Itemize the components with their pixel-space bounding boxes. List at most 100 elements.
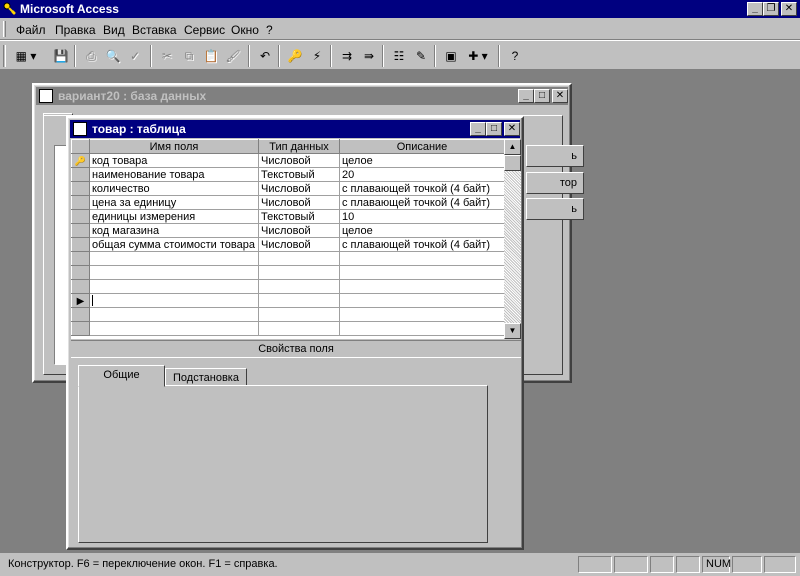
db-open-button[interactable]: ь: [526, 145, 584, 167]
delete-rows-button[interactable]: ⇛: [358, 45, 380, 67]
table-row[interactable]: количество Числовой с плавающей точкой (…: [71, 181, 505, 196]
description-cell[interactable]: 10: [339, 209, 505, 224]
primary-key-button[interactable]: 🔑: [284, 45, 306, 67]
row-selector[interactable]: [71, 237, 90, 252]
menubar-grip[interactable]: [3, 21, 6, 37]
data-type-cell[interactable]: [258, 307, 340, 322]
description-cell[interactable]: 20: [339, 167, 505, 182]
row-selector-header[interactable]: [71, 139, 90, 154]
field-name-cell[interactable]: количество: [89, 181, 259, 196]
field-name-cell[interactable]: код магазина: [89, 223, 259, 238]
description-cell[interactable]: целое: [339, 223, 505, 238]
field-name-cell[interactable]: цена за единицу: [89, 195, 259, 210]
new-object-dropdown-button[interactable]: ✚ ▾: [462, 45, 494, 67]
description-cell[interactable]: [339, 279, 505, 294]
row-selector[interactable]: [71, 223, 90, 238]
row-selector[interactable]: [71, 307, 90, 322]
table-row-empty[interactable]: [71, 307, 505, 322]
insert-rows-button[interactable]: ⇉: [336, 45, 358, 67]
tab-general[interactable]: Общие: [78, 365, 165, 387]
menu-edit[interactable]: Правка: [55, 23, 96, 37]
description-cell[interactable]: с плавающей точкой (4 байт): [339, 181, 505, 196]
menu-insert[interactable]: Вставка: [132, 23, 177, 37]
data-type-cell[interactable]: [258, 293, 340, 308]
db-new-button[interactable]: ь: [526, 198, 584, 220]
column-header-description[interactable]: Описание: [339, 139, 505, 154]
database-window-button[interactable]: ▣: [440, 45, 462, 67]
field-name-cell[interactable]: [89, 265, 259, 280]
data-type-cell[interactable]: Числовой: [258, 195, 340, 210]
print-preview-button[interactable]: 🔍: [102, 45, 124, 67]
table-row[interactable]: наименование товара Текстовый 20: [71, 167, 505, 182]
db-maximize-button[interactable]: □: [534, 89, 550, 103]
column-header-data-type[interactable]: Тип данных: [258, 139, 340, 154]
copy-button[interactable]: ⧉: [178, 45, 200, 67]
row-selector[interactable]: [71, 209, 90, 224]
field-name-cell[interactable]: [89, 251, 259, 266]
table-maximize-button[interactable]: □: [486, 122, 502, 136]
field-name-cell-active[interactable]: [89, 293, 259, 308]
data-type-cell[interactable]: Числовой: [258, 223, 340, 238]
data-type-cell[interactable]: Числовой: [258, 181, 340, 196]
row-selector[interactable]: [71, 265, 90, 280]
table-row-current[interactable]: ▶: [71, 293, 505, 308]
table-row[interactable]: общая сумма стоимости товара Числовой с …: [71, 237, 505, 252]
table-row[interactable]: цена за единицу Числовой с плавающей точ…: [71, 195, 505, 210]
data-type-cell[interactable]: [258, 251, 340, 266]
row-selector[interactable]: [71, 251, 90, 266]
description-cell[interactable]: [339, 321, 505, 336]
scroll-up-button[interactable]: ▲: [504, 139, 521, 155]
row-selector[interactable]: [71, 321, 90, 336]
table-row[interactable]: 🔑 код товара Числовой целое: [71, 153, 505, 168]
cut-button[interactable]: ✂: [156, 45, 178, 67]
table-close-button[interactable]: ✕: [504, 122, 520, 136]
field-name-cell[interactable]: общая сумма стоимости товара: [89, 237, 259, 252]
paste-button[interactable]: 📋: [200, 45, 222, 67]
menu-window[interactable]: Окно: [231, 23, 259, 37]
database-window-title-bar[interactable]: вариант20 : база данных _ □ ✕: [36, 87, 568, 105]
view-dropdown-button[interactable]: ▦ ▾: [10, 45, 42, 67]
field-name-cell[interactable]: [89, 321, 259, 336]
row-selector[interactable]: [71, 279, 90, 294]
table-row[interactable]: код магазина Числовой целое: [71, 223, 505, 238]
db-minimize-button[interactable]: _: [518, 89, 534, 103]
description-cell[interactable]: [339, 265, 505, 280]
save-button[interactable]: 💾: [50, 45, 72, 67]
table-row-empty[interactable]: [71, 251, 505, 266]
scroll-down-button[interactable]: ▼: [504, 323, 521, 339]
table-window-title-bar[interactable]: товар : таблица _ □ ✕: [70, 120, 520, 138]
table-row-empty[interactable]: [71, 265, 505, 280]
close-button[interactable]: ✕: [781, 2, 797, 16]
data-type-cell[interactable]: Текстовый: [258, 209, 340, 224]
table-design-window[interactable]: товар : таблица _ □ ✕ Имя поля Тип данны…: [66, 116, 524, 550]
grid-vertical-scrollbar[interactable]: ▲ ▼: [504, 139, 521, 339]
description-cell[interactable]: [339, 293, 505, 308]
row-selector[interactable]: [71, 195, 90, 210]
description-cell[interactable]: с плавающей точкой (4 байт): [339, 237, 505, 252]
field-name-cell[interactable]: единицы измерения: [89, 209, 259, 224]
data-type-cell[interactable]: [258, 279, 340, 294]
table-minimize-button[interactable]: _: [470, 122, 486, 136]
table-row-empty[interactable]: [71, 321, 505, 336]
print-button[interactable]: ⎙: [80, 45, 102, 67]
properties-button[interactable]: ☷: [388, 45, 410, 67]
format-painter-button[interactable]: 🖌: [222, 45, 244, 67]
restore-button[interactable]: ❐: [763, 2, 779, 16]
data-type-cell[interactable]: Текстовый: [258, 167, 340, 182]
table-row-empty[interactable]: [71, 279, 505, 294]
data-type-cell[interactable]: Числовой: [258, 237, 340, 252]
field-name-cell[interactable]: [89, 279, 259, 294]
menu-tools[interactable]: Сервис: [184, 23, 225, 37]
description-cell[interactable]: [339, 251, 505, 266]
help-button[interactable]: ?: [504, 45, 526, 67]
field-name-cell[interactable]: [89, 307, 259, 322]
row-selector-current[interactable]: ▶: [71, 293, 90, 308]
undo-button[interactable]: ↶: [254, 45, 276, 67]
indexes-button[interactable]: ⚡: [306, 45, 328, 67]
row-selector[interactable]: 🔑: [71, 153, 90, 168]
column-header-field-name[interactable]: Имя поля: [89, 139, 259, 154]
description-cell[interactable]: целое: [339, 153, 505, 168]
build-button[interactable]: ✎: [410, 45, 432, 67]
description-cell[interactable]: с плавающей точкой (4 байт): [339, 195, 505, 210]
row-selector[interactable]: [71, 167, 90, 182]
